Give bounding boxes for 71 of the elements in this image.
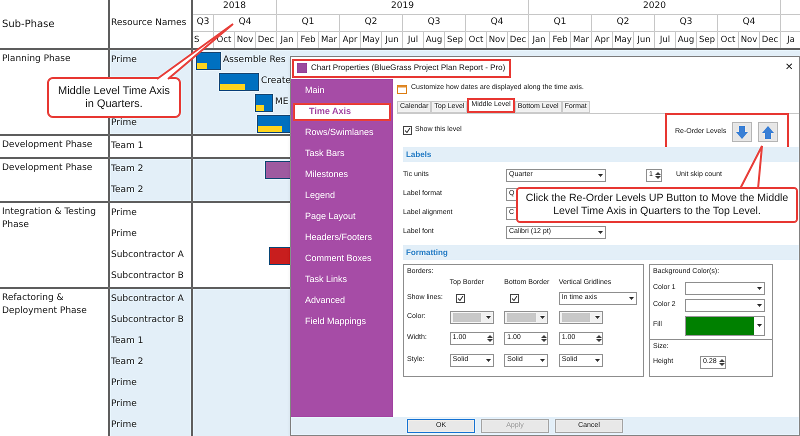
callout-tooltip: Middle Level Time Axis in Quarters. xyxy=(47,77,181,118)
month-header: Sep xyxy=(446,34,464,47)
month-header: Dec xyxy=(762,34,778,47)
month-header: Feb xyxy=(552,34,568,47)
month-header: S xyxy=(194,34,200,47)
quarter-header: Q2 xyxy=(364,16,378,30)
month-header: May xyxy=(614,34,632,47)
phase-cell-text: Planning Phase xyxy=(2,53,72,66)
phase-cell-text: Development Phase xyxy=(2,139,94,152)
year-header: 2020 xyxy=(643,0,666,14)
month-header: Jul xyxy=(660,34,670,47)
quarter-header: Q1 xyxy=(554,16,566,30)
task-label: Create xyxy=(261,74,291,88)
month-header: Jun xyxy=(637,34,651,47)
phase-cell-text: Integration & Testing Phase xyxy=(2,206,97,232)
month-header: Jan xyxy=(280,34,294,47)
column-header: Sub-Phase xyxy=(2,18,54,32)
phase-cell-text: Refactoring & Deployment Phase xyxy=(2,292,88,318)
year-header: 2019 xyxy=(391,0,414,14)
month-header: May xyxy=(362,34,380,47)
resource-cell-text: Prime xyxy=(111,418,137,432)
resource-cell-text: Subcontractor B xyxy=(111,314,184,327)
month-header: Jun xyxy=(385,34,399,47)
month-header: Ja xyxy=(787,34,795,47)
month-header: Apr xyxy=(342,34,358,47)
month-header: Feb xyxy=(300,34,316,47)
month-header: Jul xyxy=(408,34,418,47)
month-header: Nov xyxy=(236,34,254,47)
column-header: Resource Names xyxy=(111,17,186,30)
quarter-header: Q4 xyxy=(238,16,252,30)
resource-cell-text: Prime xyxy=(111,228,137,241)
resource-cell-text: Team 2 xyxy=(111,162,144,176)
month-header: Mar xyxy=(320,34,338,47)
month-header: Apr xyxy=(594,34,610,47)
resource-cell-text: Team 1 xyxy=(111,140,144,153)
task-label: ME xyxy=(275,96,288,109)
resource-cell-text: Prime xyxy=(111,376,137,390)
year-header: 2018 xyxy=(223,0,246,14)
resource-cell-text: Subcontractor A xyxy=(111,248,184,262)
phase-cell-text: Development Phase xyxy=(2,162,94,175)
resource-cell-text: Team 2 xyxy=(111,356,144,369)
quarter-header: Q4 xyxy=(742,16,756,30)
month-header: Dec xyxy=(258,34,274,47)
quarter-header: Q2 xyxy=(616,16,630,30)
month-header: Dec xyxy=(510,34,526,47)
dialog-title: Chart Properties (BlueGrass Project Plan Report - Pro) xyxy=(311,62,506,74)
month-header: Nov xyxy=(740,34,758,47)
section-header: Labels xyxy=(403,147,799,162)
month-header: Mar xyxy=(572,34,590,47)
resource-cell-text: Team 1 xyxy=(111,334,144,348)
quarter-header: Q3 xyxy=(680,16,692,30)
quarter-header: Q3 xyxy=(428,16,440,30)
task-label: Assemble Res xyxy=(223,54,286,67)
quarter-header: Q1 xyxy=(302,16,314,30)
resource-cell-text: Prime xyxy=(111,398,137,411)
month-header: Jan xyxy=(532,34,546,47)
month-header: Nov xyxy=(488,34,506,47)
resource-cell-text: Prime xyxy=(111,206,137,220)
resource-cell-text: Prime xyxy=(111,116,137,130)
resource-cell-text: Prime xyxy=(111,54,137,67)
month-header: Oct xyxy=(720,34,736,47)
resource-cell-text: Team 2 xyxy=(111,184,144,197)
quarter-header: Q4 xyxy=(490,16,504,30)
resource-cell-text: Subcontractor A xyxy=(111,292,184,306)
resource-cell-text: Subcontractor B xyxy=(111,270,184,283)
month-header: Aug xyxy=(678,34,694,47)
quarter-header: Q3 xyxy=(196,16,210,30)
month-header: Sep xyxy=(698,34,716,47)
month-header: Aug xyxy=(426,34,442,47)
month-header: Oct xyxy=(468,34,484,47)
section-header: Formatting xyxy=(403,245,799,260)
